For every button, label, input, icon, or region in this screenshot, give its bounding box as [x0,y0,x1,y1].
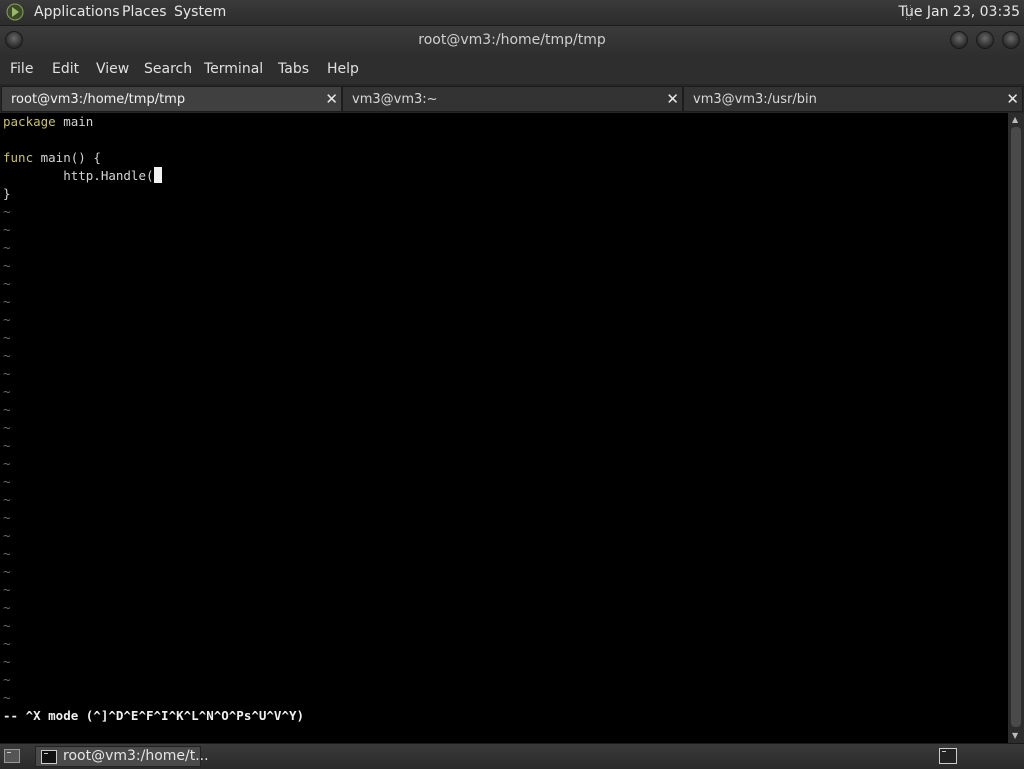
tilde-line: ~ [3,258,11,273]
menu-help[interactable]: Help [327,61,359,77]
window-title: root@vm3:/home/tmp/tmp [418,32,606,48]
tilde-line: ~ [3,564,11,579]
tab-label: vm3@vm3:/usr/bin [693,92,817,107]
menu-terminal[interactable]: Terminal [204,61,263,77]
bottom-panel: root@vm3:/home/t... [0,743,1024,769]
tab-bar: root@vm3:/home/tmp/tmp ✕ vm3@vm3:~ ✕ vm3… [0,84,1024,113]
tab-root-home-tmp[interactable]: root@vm3:/home/tmp/tmp ✕ [1,86,342,112]
menu-file[interactable]: File [10,61,33,77]
tilde-line: ~ [3,474,11,489]
tilde-line: ~ [3,510,11,525]
scroll-up-icon[interactable]: ▲ [1012,115,1018,124]
scrollbar-thumb[interactable] [1011,127,1021,727]
tilde-line: ~ [3,636,11,651]
vim-status-line: -- ^X mode (^]^D^E^F^I^K^L^N^O^Ps^U^V^Y) [3,708,305,723]
menu-view[interactable]: View [96,61,129,77]
tilde-line: ~ [3,276,11,291]
workspace-switcher-icon[interactable] [939,748,957,764]
code-line: package main [3,113,93,131]
code-line: } [3,186,11,201]
tilde-line: ~ [3,330,11,345]
tilde-line: ~ [3,222,11,237]
close-icon[interactable] [1002,31,1020,49]
code-text: http.Handle( [3,168,154,183]
tilde-line: ~ [3,204,11,219]
menu-edit[interactable]: Edit [52,61,79,77]
system-menu[interactable]: System [174,4,226,20]
tilde-line: ~ [3,420,11,435]
applications-icon[interactable] [6,3,24,21]
terminal-icon [41,750,57,764]
code-line: http.Handle( [3,167,162,185]
tilde-line: ~ [3,312,11,327]
menubar: File Edit View Search Terminal Tabs Help [0,55,1024,84]
tilde-line: ~ [3,384,11,399]
scroll-down-icon[interactable]: ▼ [1012,731,1018,740]
keyword-package: package [3,114,56,129]
tilde-line: ~ [3,492,11,507]
menu-tabs[interactable]: Tabs [278,61,309,77]
tilde-line: ~ [3,600,11,615]
maximize-icon[interactable] [976,31,994,49]
tilde-line: ~ [3,672,11,687]
tab-label: root@vm3:/home/tmp/tmp [11,92,186,107]
terminal-scrollbar[interactable]: ▲ ▼ [1008,113,1024,743]
tilde-line: ~ [3,582,11,597]
tab-close-icon[interactable]: ✕ [666,90,679,108]
tilde-line: ~ [3,366,11,381]
menu-search[interactable]: Search [144,61,192,77]
tab-vm3-usr-bin[interactable]: vm3@vm3:/usr/bin ✕ [683,86,1023,112]
tilde-line: ~ [3,294,11,309]
window-titlebar[interactable]: root@vm3:/home/tmp/tmp [0,26,1024,55]
tab-close-icon[interactable]: ✕ [1006,90,1019,108]
tilde-line: ~ [3,654,11,669]
code-line: func main() { [3,149,101,167]
taskbar-item-terminal[interactable]: root@vm3:/home/t... [35,746,209,767]
applications-menu[interactable]: Applications [34,4,120,20]
tilde-line: ~ [3,438,11,453]
minimize-icon[interactable] [950,31,968,49]
tilde-line: ~ [3,618,11,633]
taskbar-item-label: root@vm3:/home/t... [63,748,209,764]
show-desktop-icon[interactable] [4,749,20,763]
places-menu[interactable]: Places [122,4,167,20]
tilde-line: ~ [3,240,11,255]
clock[interactable]: Tue Jan 23, 03:35 [899,4,1020,20]
top-panel: Applications Places System Tue Jan 23, 0… [0,0,1024,26]
tilde-line: ~ [3,456,11,471]
tab-label: vm3@vm3:~ [352,92,438,107]
text-cursor [153,167,162,183]
tab-vm3-home[interactable]: vm3@vm3:~ ✕ [342,86,683,112]
tilde-line: ~ [3,402,11,417]
tab-close-icon[interactable]: ✕ [325,90,338,108]
tilde-line: ~ [3,690,11,705]
terminal-area[interactable]: package main func main() { http.Handle( … [0,113,1008,743]
code-text: main() { [33,150,101,165]
tilde-line: ~ [3,348,11,363]
keyword-func: func [3,150,34,165]
code-text: main [55,114,94,129]
tilde-line: ~ [3,546,11,561]
tilde-line: ~ [3,528,11,543]
